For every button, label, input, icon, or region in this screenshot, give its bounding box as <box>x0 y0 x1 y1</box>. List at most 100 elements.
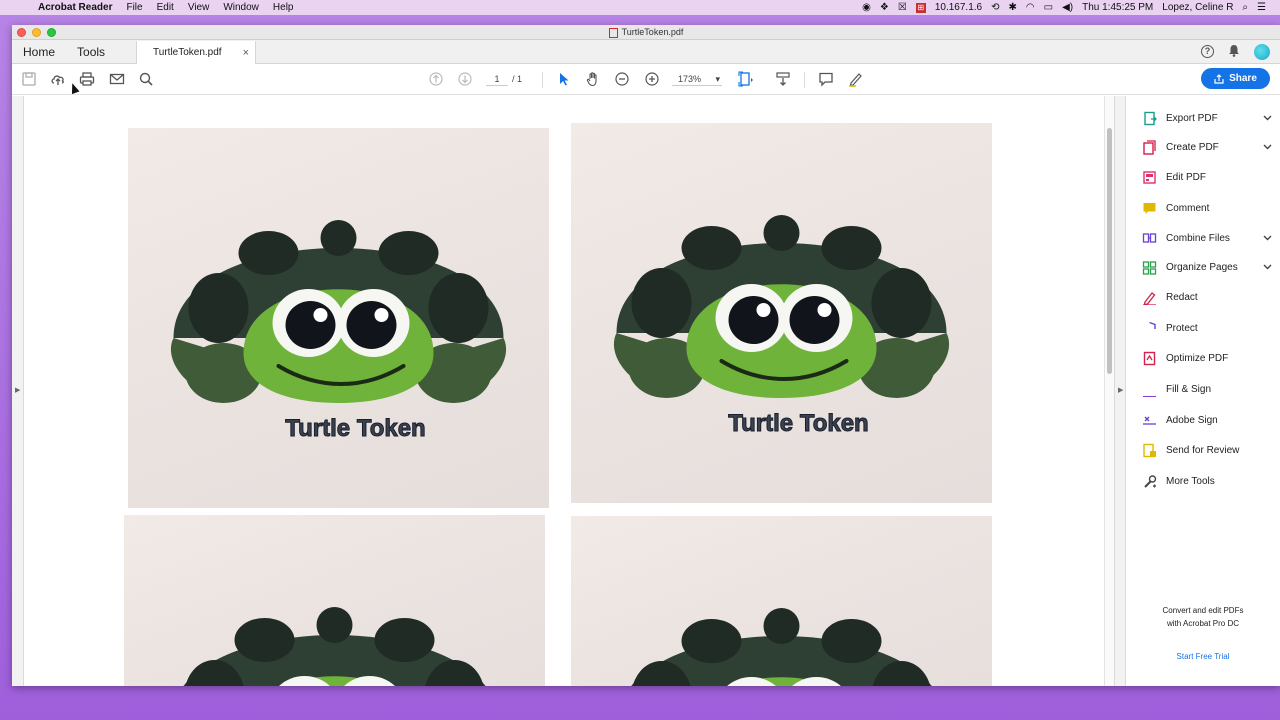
close-tab-icon[interactable]: × <box>243 47 249 59</box>
comment-icon <box>1142 201 1157 216</box>
hand-tool-icon[interactable] <box>585 71 601 87</box>
menu-edit[interactable]: Edit <box>157 2 174 13</box>
tool-item-fill-sign[interactable]: Fill & Sign <box>1142 379 1272 399</box>
tool-item-redact[interactable]: Redact <box>1142 287 1272 307</box>
spotlight-search-icon[interactable]: ⌕ <box>1242 2 1248 13</box>
turtle-token-graphic: Turtle Token <box>170 220 507 443</box>
scroll-mode-icon[interactable] <box>775 71 791 87</box>
chevron-down-icon[interactable] <box>1263 142 1272 152</box>
zoom-level-select[interactable]: 173% ▾ <box>672 72 722 86</box>
save-icon[interactable] <box>21 71 37 87</box>
vertical-scrollbar[interactable] <box>1104 96 1114 686</box>
app-menu-name[interactable]: Acrobat Reader <box>38 2 112 13</box>
pdf-file-icon <box>608 28 618 38</box>
search-icon[interactable] <box>138 71 154 87</box>
tab-home[interactable]: Home <box>12 40 66 63</box>
fit-page-icon[interactable] <box>738 71 754 87</box>
tool-item-label: Combine Files <box>1166 232 1230 244</box>
minimize-window-button[interactable] <box>32 28 41 37</box>
menu-help[interactable]: Help <box>273 2 294 13</box>
zoom-dropdown-icon: ▾ <box>715 74 720 84</box>
comment-tool-icon[interactable] <box>818 71 834 87</box>
dropbox-icon[interactable]: ❖ <box>880 2 889 13</box>
tab-document[interactable]: TurtleToken.pdf × <box>136 41 257 64</box>
more-tools-icon <box>1142 474 1157 489</box>
zoom-window-button[interactable] <box>47 28 56 37</box>
expand-left-panel-icon[interactable]: ▶ <box>15 386 20 394</box>
page-number-input[interactable]: 1 <box>486 72 508 86</box>
chevron-down-icon[interactable] <box>1263 262 1272 272</box>
previous-page-icon[interactable] <box>428 71 444 87</box>
notification-center-icon[interactable]: ☰ <box>1257 2 1266 13</box>
tool-item-edit-pdf[interactable]: Edit PDF <box>1142 167 1272 187</box>
tool-item-combine-files[interactable]: Combine Files <box>1142 228 1272 248</box>
tool-item-label: Send for Review <box>1166 444 1240 456</box>
wifi-icon[interactable]: ◠ <box>1026 2 1035 13</box>
highlight-pen-icon[interactable] <box>848 71 864 87</box>
zoom-in-icon[interactable] <box>644 71 660 87</box>
time-machine-icon[interactable]: ⟲ <box>991 2 999 13</box>
document-view[interactable]: Turtle Token Turtle Token <box>24 96 1104 686</box>
collapse-right-panel-icon[interactable]: ▶ <box>1118 386 1123 394</box>
chevron-down-icon[interactable] <box>1263 113 1272 123</box>
tool-item-optimize-pdf[interactable]: Optimize PDF <box>1142 348 1272 368</box>
volume-icon[interactable]: ◀) <box>1062 2 1073 13</box>
macos-menu-bar: Acrobat Reader File Edit View Window Hel… <box>0 0 1280 15</box>
toolbar-divider <box>542 72 543 88</box>
window-titlebar: TurtleToken.pdf <box>12 25 1280 40</box>
account-icons: ? <box>1201 40 1280 63</box>
x-status-icon[interactable]: ☒ <box>898 2 907 13</box>
print-icon[interactable] <box>79 71 95 87</box>
tool-item-more-tools[interactable]: More Tools <box>1142 471 1272 491</box>
tool-item-organize-pages[interactable]: Organize Pages <box>1142 257 1272 277</box>
close-window-button[interactable] <box>17 28 26 37</box>
chevron-down-icon[interactable] <box>1263 233 1272 243</box>
token-caption: Turtle Token <box>285 415 425 442</box>
notifications-bell-icon[interactable] <box>1228 44 1240 60</box>
bluetooth-icon[interactable]: ✱ <box>1009 2 1017 13</box>
menu-view[interactable]: View <box>188 2 210 13</box>
menubar-clock[interactable]: Thu 1:45:25 PM <box>1082 2 1153 13</box>
turtle-token-graphic <box>631 608 932 686</box>
turtle-token-image: Turtle Token <box>128 128 549 508</box>
window-controls <box>17 28 56 37</box>
tool-item-create-pdf[interactable]: Create PDF <box>1142 137 1272 157</box>
next-page-icon[interactable] <box>457 71 473 87</box>
share-button[interactable]: Share <box>1201 68 1270 89</box>
tool-item-export-pdf[interactable]: Export PDF <box>1142 108 1272 128</box>
promo-line-2: with Acrobat Pro DC <box>1166 619 1240 628</box>
organize-pages-icon <box>1142 260 1157 275</box>
menubar-user[interactable]: Lopez, Celine R <box>1162 2 1233 13</box>
select-pointer-icon[interactable] <box>556 71 572 87</box>
left-panel-toggle[interactable]: ▶ <box>12 96 24 686</box>
ip-address-text: 10.167.1.6 <box>934 2 983 13</box>
tool-item-send-for-review[interactable]: Send for Review <box>1142 440 1272 460</box>
tool-item-label: Comment <box>1166 202 1210 214</box>
turtle-token-image <box>124 515 545 686</box>
tab-tools[interactable]: Tools <box>66 40 116 63</box>
create-pdf-icon <box>1142 139 1157 155</box>
record-status-icon[interactable]: ◉ <box>862 2 871 13</box>
zoom-out-icon[interactable] <box>614 71 630 87</box>
network-status-icon[interactable]: ⊞ <box>915 2 926 13</box>
scrollbar-thumb[interactable] <box>1107 128 1112 374</box>
tool-item-label: Fill & Sign <box>1166 383 1212 395</box>
main-toolbar: 1 / 1 173% ▾ Share <box>12 64 1280 95</box>
upload-cloud-icon[interactable] <box>50 71 66 87</box>
send-for-review-icon <box>1142 443 1157 458</box>
tool-item-label: Optimize PDF <box>1166 352 1229 364</box>
right-panel-toggle[interactable]: ▶ <box>1114 96 1126 686</box>
turtle-token-graphic: Turtle Token <box>613 215 950 438</box>
menu-file[interactable]: File <box>126 2 142 13</box>
tool-item-comment[interactable]: Comment <box>1142 198 1272 218</box>
user-avatar[interactable] <box>1254 43 1270 60</box>
start-free-trial-link[interactable]: Start Free Trial <box>1126 652 1280 661</box>
tool-item-protect[interactable]: Protect <box>1142 318 1272 338</box>
menu-window[interactable]: Window <box>223 2 259 13</box>
tool-item-label: Create PDF <box>1166 141 1219 153</box>
tool-item-adobe-sign[interactable]: Adobe Sign <box>1142 410 1272 430</box>
turtle-token-image <box>571 516 992 686</box>
email-icon[interactable] <box>109 71 125 87</box>
airplay-icon[interactable]: ▭ <box>1044 2 1053 13</box>
help-icon[interactable]: ? <box>1201 45 1214 58</box>
